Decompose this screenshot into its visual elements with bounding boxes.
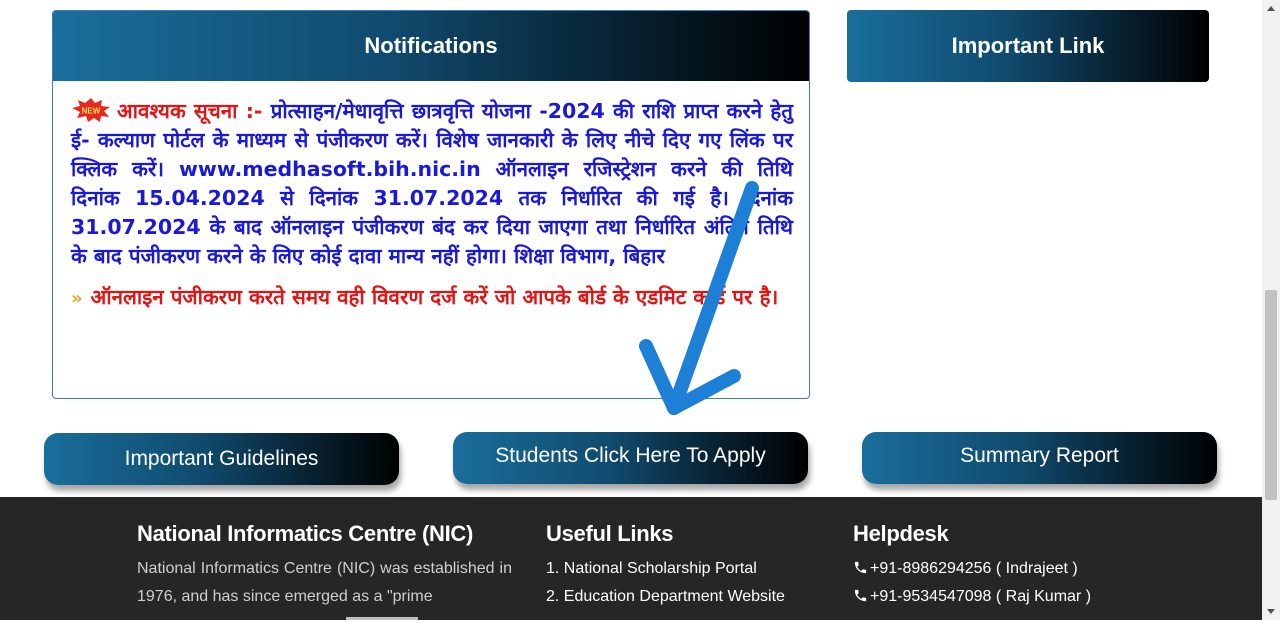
phone-icon	[854, 589, 867, 602]
notifications-body: NEW आवश्यक सूचना :- प्रोत्साहन/मेधावृत्त…	[53, 81, 809, 313]
notifications-title: Notifications	[364, 33, 498, 58]
students-apply-label: Students Click Here To Apply	[495, 444, 766, 467]
link-education-department-website[interactable]: 2. Education Department Website	[546, 583, 826, 611]
footer-nic-title: National Informatics Centre (NIC)	[137, 521, 474, 546]
footer-useful-links-section: Useful Links 1. National Scholarship Por…	[546, 497, 826, 611]
footer-helpdesk-section: Helpdesk +91-8986294256 ( Indrajeet ) +9…	[853, 497, 1173, 611]
footer-helpdesk-title: Helpdesk	[853, 521, 949, 546]
footer: National Informatics Centre (NIC) Nation…	[0, 497, 1262, 620]
notice-paragraph: NEW आवश्यक सूचना :- प्रोत्साहन/मेधावृत्त…	[71, 97, 793, 271]
important-link-title: Important Link	[951, 33, 1105, 58]
notifications-panel: Notifications NEW आवश्यक सूचना :- प्रोत्…	[52, 10, 810, 399]
new-badge-text: NEW	[82, 107, 101, 116]
footer-nic-text: National Informatics Centre (NIC) was es…	[137, 560, 512, 605]
footer-useful-links-title: Useful Links	[546, 521, 674, 546]
phone-icon	[854, 561, 867, 574]
important-guidelines-button[interactable]: Important Guidelines	[44, 433, 399, 485]
important-link-header: Important Link	[847, 10, 1209, 82]
notice2-paragraph: » ऑनलाइन पंजीकरण करते समय वही विवरण दर्ज …	[71, 283, 793, 313]
notifications-header: Notifications	[53, 11, 809, 81]
link-national-scholarship-portal[interactable]: 1. National Scholarship Portal	[546, 555, 826, 583]
helpdesk-phone-2: +91-9534547098 ( Raj Kumar )	[870, 588, 1092, 605]
double-chevron-icon: »	[71, 288, 83, 309]
scrollbar-thumb[interactable]	[1265, 290, 1277, 500]
notice-label: आवश्यक सूचना :-	[117, 99, 263, 123]
students-apply-button[interactable]: Students Click Here To Apply	[453, 432, 808, 484]
scroll-down-icon[interactable]	[1262, 602, 1280, 620]
helpdesk-phone-row: +91-8986294256 ( Indrajeet )	[853, 555, 1173, 583]
helpdesk-phone-1: +91-8986294256 ( Indrajeet )	[870, 560, 1078, 577]
notice2-text: ऑनलाइन पंजीकरण करते समय वही विवरण दर्ज क…	[90, 285, 779, 309]
footer-nic-section: National Informatics Centre (NIC) Nation…	[137, 497, 512, 611]
important-guidelines-label: Important Guidelines	[124, 447, 319, 470]
vertical-scrollbar[interactable]	[1262, 0, 1280, 620]
summary-report-label: Summary Report	[960, 444, 1119, 467]
summary-report-button[interactable]: Summary Report	[862, 432, 1217, 484]
new-badge-icon: NEW	[71, 98, 111, 122]
helpdesk-phone-row: +91-9534547098 ( Raj Kumar )	[853, 583, 1173, 611]
notice-text: प्रोत्साहन/मेधावृत्ति छात्रवृत्ति योजना …	[71, 99, 793, 268]
scroll-up-icon[interactable]	[1262, 0, 1280, 18]
